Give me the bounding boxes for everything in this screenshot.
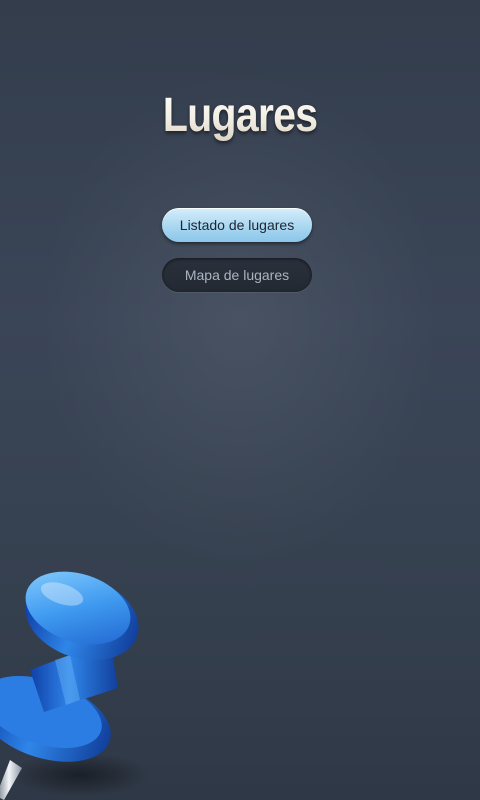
places-map-button[interactable]: Mapa de lugares — [162, 258, 312, 292]
page-title: Lugares — [34, 88, 447, 143]
push-pin-icon — [0, 571, 150, 800]
places-list-button[interactable]: Listado de lugares — [162, 208, 312, 242]
